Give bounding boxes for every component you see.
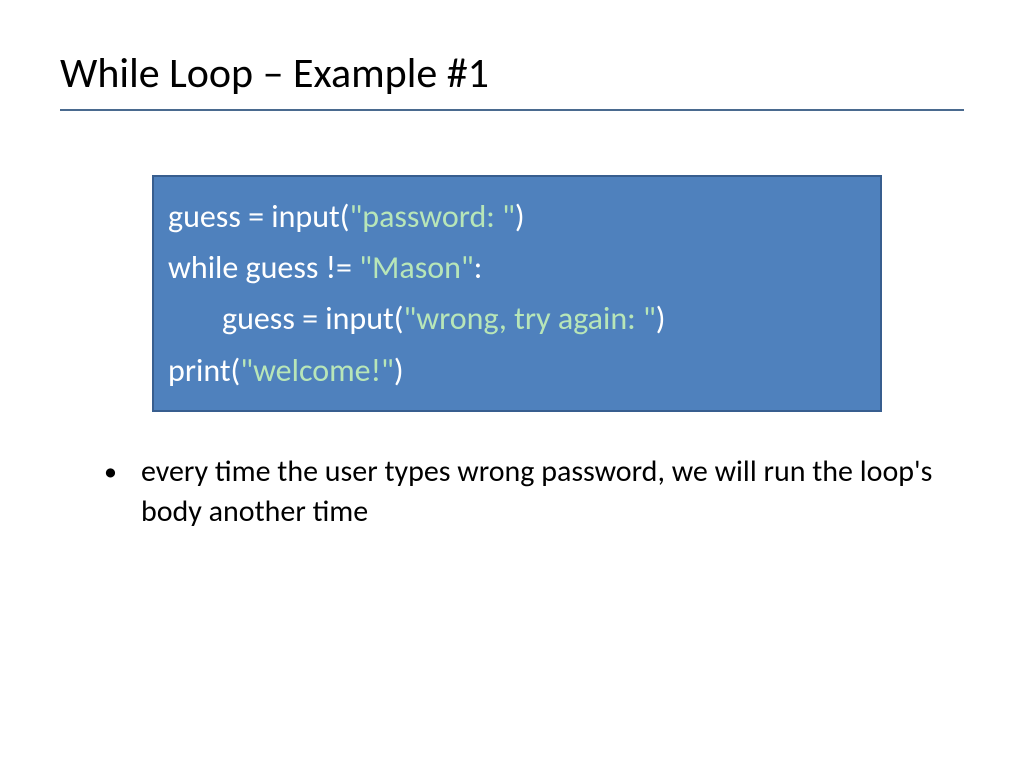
code-text: guess = input(: [222, 299, 403, 338]
code-text: ): [515, 197, 525, 236]
bullet-dot-icon: •: [104, 454, 117, 489]
code-string: "password: ": [349, 197, 514, 236]
code-string: "wrong, try again: ": [403, 299, 655, 338]
code-text: :: [474, 248, 483, 287]
code-text: while guess !=: [168, 248, 359, 287]
code-line-1: guess = input("password: "): [168, 191, 866, 242]
code-line-2: while guess != "Mason":: [168, 242, 866, 293]
code-string: "welcome!": [240, 351, 394, 390]
code-string: "Mason": [359, 248, 474, 287]
code-line-3: guess = input("wrong, try again: "): [168, 293, 866, 344]
code-text: ): [394, 351, 404, 390]
slide-title: While Loop – Example #1: [60, 48, 964, 99]
slide-container: While Loop – Example #1 guess = input("p…: [0, 0, 1024, 581]
bullet-list: • every time the user types wrong passwo…: [60, 452, 964, 533]
code-text: print(: [168, 351, 240, 390]
code-line-4: print("welcome!"): [168, 345, 866, 396]
code-example-box: guess = input("password: ") while guess …: [152, 175, 882, 412]
bullet-text: every time the user types wrong password…: [141, 452, 964, 533]
bullet-item: • every time the user types wrong passwo…: [104, 452, 964, 533]
title-underline: [60, 109, 964, 111]
code-text: guess = input(: [168, 197, 349, 236]
code-text: ): [656, 299, 666, 338]
